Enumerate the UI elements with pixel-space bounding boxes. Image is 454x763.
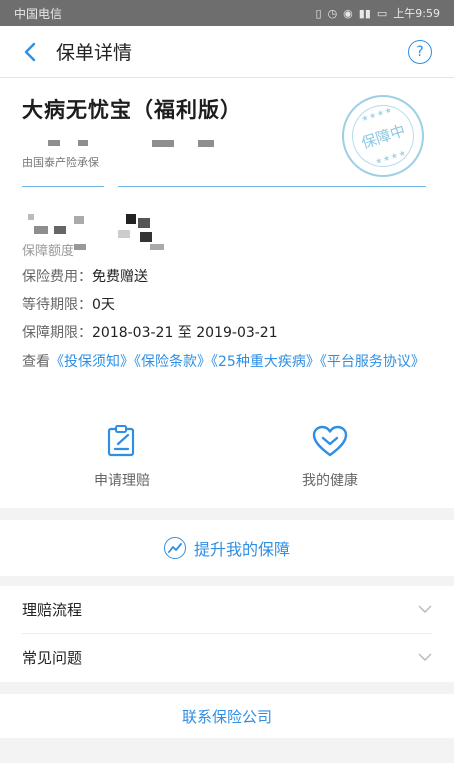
common-questions-row[interactable]: 常见问题 xyxy=(22,634,432,680)
amount-label: 保障额度 xyxy=(22,244,75,259)
carrier-label: 中国电信 xyxy=(14,6,63,21)
eye-icon: ◉ xyxy=(343,6,353,20)
status-bar: 中国电信 ▯ ◷ ◉ ▮▮ ▭ 上午9:59 xyxy=(0,0,454,26)
coverage-period-value: 2018-03-21 至 2019-03-21 xyxy=(92,325,278,341)
question-icon: ? xyxy=(416,44,424,60)
link-critical-illnesses[interactable]: 《25种重大疾病》 xyxy=(211,354,320,370)
link-insurance-notice[interactable]: 《投保须知》 xyxy=(50,354,134,370)
upgrade-label: 提升我的保障 xyxy=(193,540,290,559)
waiting-period-value: 0天 xyxy=(92,297,115,313)
claim-process-label: 理赔流程 xyxy=(22,600,83,619)
contact-insurer-button[interactable]: 联系保险公司 xyxy=(0,694,454,738)
vibrate-icon: ▯ xyxy=(315,6,322,20)
heart-icon xyxy=(312,425,348,457)
alarm-icon: ◷ xyxy=(327,6,338,20)
back-button[interactable] xyxy=(20,42,40,62)
terms-links: 查看《投保须知》《保险条款》《25种重大疾病》《平台服务协议》 xyxy=(22,352,434,373)
contact-label: 联系保险公司 xyxy=(181,707,272,726)
status-icons: ▯ ◷ ◉ ▮▮ ▭ 上午9:59 xyxy=(316,5,441,21)
common-questions-label: 常见问题 xyxy=(22,648,83,667)
help-button[interactable]: ? xyxy=(408,40,432,64)
claim-process-row[interactable]: 理赔流程 xyxy=(22,586,432,632)
battery-icon: ▭ xyxy=(376,6,388,20)
waiting-period-row: 等待期限：0天 xyxy=(22,294,115,314)
link-service-agreement[interactable]: 《平台服务协议》 xyxy=(320,354,425,370)
my-health-button[interactable]: 我的健康 xyxy=(270,424,390,490)
chevron-left-icon xyxy=(24,42,36,61)
divider xyxy=(118,186,426,187)
premium-value: 免费赠送 xyxy=(92,269,148,285)
premium-row: 保险费用：免费赠送 xyxy=(22,266,148,286)
page-title: 保单详情 xyxy=(56,42,133,64)
clock-time: 上午9:59 xyxy=(393,7,440,20)
section-separator xyxy=(0,576,454,586)
status-stamp: ★★★★ 保障中 ★★★★ xyxy=(342,95,424,177)
insurer-text: 由国泰产险承保 xyxy=(22,156,99,169)
link-policy-terms[interactable]: 《保险条款》 xyxy=(134,354,211,370)
edit-form-icon xyxy=(107,425,135,457)
coverage-period-row: 保障期限：2018-03-21 至 2019-03-21 xyxy=(22,322,278,342)
premium-label: 保险费用： xyxy=(22,269,92,285)
trend-up-icon xyxy=(163,537,186,559)
section-separator xyxy=(0,508,454,520)
terms-prefix: 查看 xyxy=(22,354,50,370)
upgrade-coverage-button[interactable]: 提升我的保障 xyxy=(0,520,454,576)
stamp-label: 保障中 xyxy=(358,120,408,152)
section-separator xyxy=(0,738,454,763)
signal-icon: ▮▮ xyxy=(358,6,371,20)
apply-claim-label: 申请理赔 xyxy=(94,473,150,489)
navigation-bar: 保单详情 ? xyxy=(0,26,454,78)
divider xyxy=(22,186,104,187)
chevron-down-icon xyxy=(418,605,432,613)
section-separator xyxy=(0,682,454,694)
coverage-period-label: 保障期限： xyxy=(22,325,92,341)
waiting-period-label: 等待期限： xyxy=(22,297,92,313)
chevron-down-icon xyxy=(418,653,432,661)
apply-claim-button[interactable]: 申请理赔 xyxy=(62,424,182,490)
product-name: 大病无忧宝（福利版） xyxy=(22,98,242,122)
my-health-label: 我的健康 xyxy=(302,473,358,489)
